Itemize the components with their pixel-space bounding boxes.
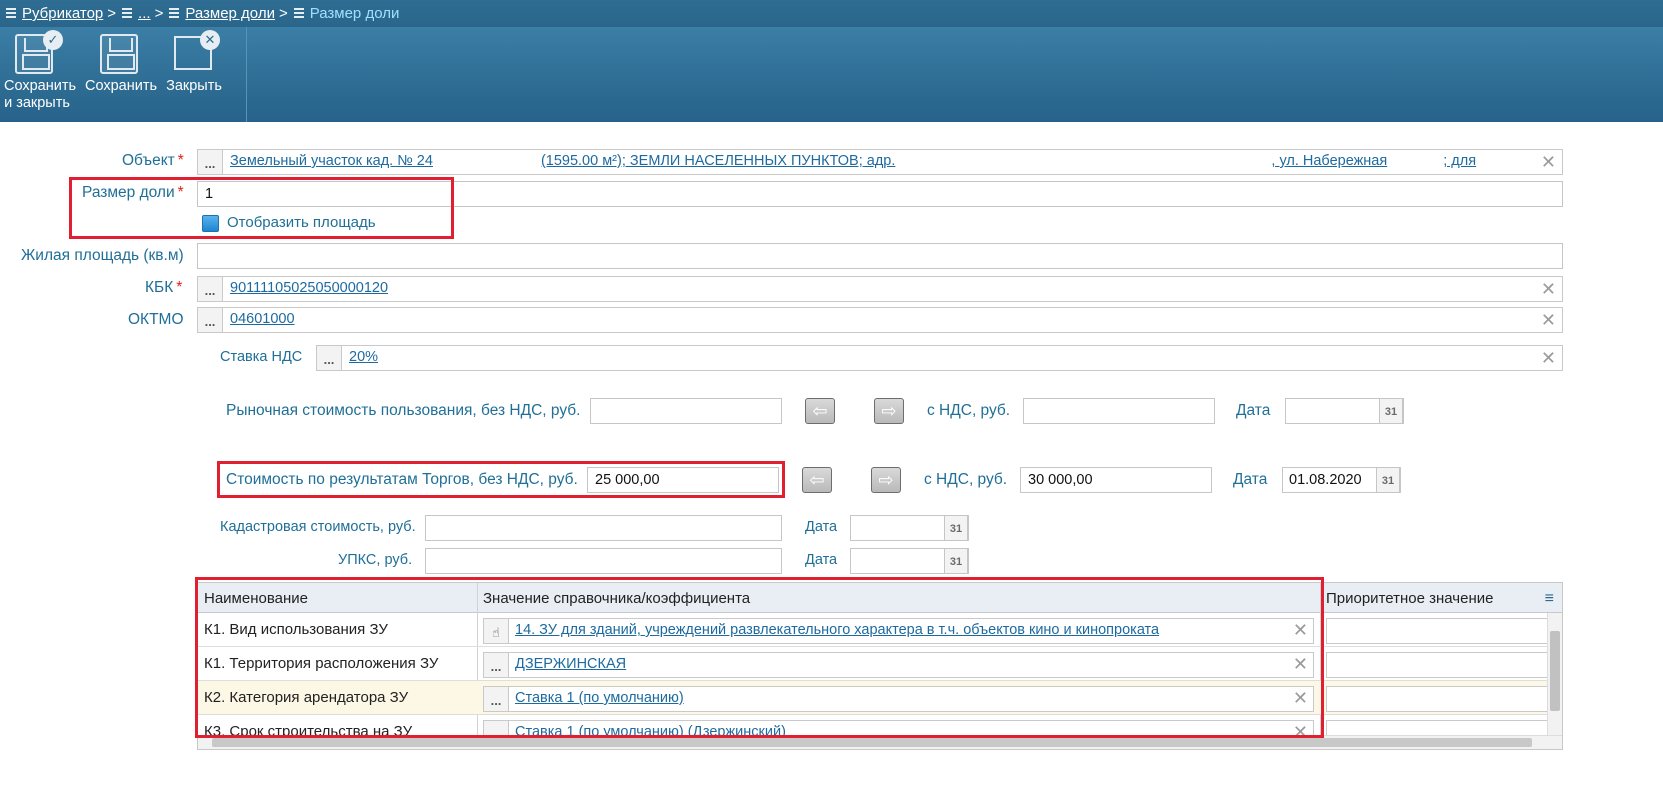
breadcrumb-separator: > xyxy=(154,5,164,22)
market-date-label: Дата xyxy=(1236,402,1271,419)
living-area-label: Жилая площадь (кв.м) xyxy=(21,247,184,264)
scrollbar-thumb[interactable] xyxy=(212,738,1532,747)
highlight-auction xyxy=(217,461,785,498)
breadcrumb-link-rubricator[interactable]: Рубрикатор xyxy=(22,5,103,22)
column-header-priority[interactable]: Приоритетное значение xyxy=(1326,590,1493,607)
floppy-disk-icon xyxy=(97,30,141,74)
oktmo-field[interactable]: ... 04601000 ✕ xyxy=(197,307,1563,333)
clear-icon[interactable]: ✕ xyxy=(1541,152,1556,173)
vat-rate-value-link[interactable]: 20% xyxy=(349,349,378,365)
market-date-input[interactable]: 31 xyxy=(1285,398,1404,424)
breadcrumb-current: Размер доли xyxy=(293,5,400,22)
calendar-icon[interactable]: 31 xyxy=(944,548,968,574)
list-icon xyxy=(122,8,133,19)
toolbar: ✓ Сохранить и закрыть Сохранить ✕ Закрыт… xyxy=(0,27,1663,122)
market-value-input[interactable] xyxy=(590,398,782,424)
breadcrumb-link-ellipsis[interactable]: ... xyxy=(138,5,151,22)
breadcrumb-current-label: Размер доли xyxy=(309,5,400,22)
save-label: Сохранить xyxy=(85,78,158,94)
kbk-value-link[interactable]: 90111105025050000120 xyxy=(230,280,388,296)
arrow-right-button[interactable]: ⇨ xyxy=(871,467,901,493)
row-priority-input[interactable] xyxy=(1326,618,1548,644)
breadcrumb-item-rubricator[interactable]: Рубрикатор xyxy=(6,5,103,22)
oktmo-lookup-button[interactable]: ... xyxy=(198,308,223,332)
close-window-icon: ✕ xyxy=(170,30,220,74)
vat-rate-field[interactable]: ... 20% ✕ xyxy=(316,345,1563,371)
market-value-label: Рыночная стоимость пользования, без НДС,… xyxy=(226,402,581,419)
save-button[interactable]: Сохранить xyxy=(85,30,158,95)
save-and-close-label-1: Сохранить xyxy=(4,78,77,94)
calendar-icon[interactable]: 31 xyxy=(1379,398,1403,424)
breadcrumb-separator: > xyxy=(107,5,117,22)
object-lookup-button[interactable]: ... xyxy=(198,150,223,174)
arrow-left-button[interactable]: ⇦ xyxy=(802,467,832,493)
cadastral-value-label: Кадастровая стоимость, руб. xyxy=(220,519,416,535)
row-priority-input[interactable] xyxy=(1326,686,1548,712)
calendar-icon[interactable]: 31 xyxy=(944,515,968,541)
list-icon xyxy=(293,8,304,19)
row-priority-input[interactable] xyxy=(1326,652,1548,678)
vat-rate-lookup-button[interactable]: ... xyxy=(317,346,342,370)
vat-rate-label: Ставка НДС xyxy=(220,349,303,365)
oktmo-label: ОКТМО xyxy=(128,311,184,328)
upks-label: УПКС, руб. xyxy=(338,552,413,568)
market-vat-label: с НДС, руб. xyxy=(927,402,1011,419)
cadastral-date-label: Дата xyxy=(805,519,838,535)
clear-icon[interactable]: ✕ xyxy=(1541,348,1556,369)
arrow-right-button[interactable]: ⇨ xyxy=(874,398,904,424)
scrollbar-thumb[interactable] xyxy=(1550,631,1560,711)
clear-icon[interactable]: ✕ xyxy=(1541,310,1556,331)
arrow-left-button[interactable]: ⇦ xyxy=(805,398,835,424)
object-value-link[interactable]: Земельный участок кад. № 24 (1595.00 м²);… xyxy=(230,153,1520,169)
calendar-icon[interactable]: 31 xyxy=(1376,467,1400,493)
market-vat-input[interactable] xyxy=(1023,398,1215,424)
highlight-grid xyxy=(195,577,1324,738)
save-check-icon: ✓ xyxy=(15,30,63,74)
oktmo-value-link[interactable]: 04601000 xyxy=(230,311,295,327)
toolbar-divider xyxy=(246,27,247,122)
living-area-input[interactable] xyxy=(197,243,1563,269)
kbk-lookup-button[interactable]: ... xyxy=(198,277,223,301)
breadcrumb-item-ellipsis[interactable]: ... xyxy=(122,5,151,22)
cadastral-value-input[interactable] xyxy=(425,515,782,541)
highlight-share xyxy=(69,177,454,239)
close-button[interactable]: ✕ Закрыть xyxy=(166,30,222,95)
save-and-close-button[interactable]: ✓ Сохранить и закрыть xyxy=(4,30,77,112)
auction-date-input[interactable]: 01.08.2020 31 xyxy=(1282,467,1401,493)
auction-date-label: Дата xyxy=(1233,471,1268,488)
breadcrumb-link-share[interactable]: Размер доли xyxy=(185,5,275,22)
list-icon xyxy=(6,8,16,19)
auction-vat-input[interactable]: 30 000,00 xyxy=(1020,467,1212,493)
object-field[interactable]: ... Земельный участок кад. № 24 (1595.00 … xyxy=(197,149,1563,175)
save-and-close-label-2: и закрыть xyxy=(4,95,70,111)
kbk-field[interactable]: ... 90111105025050000120 ✕ xyxy=(197,276,1563,302)
vertical-scrollbar[interactable] xyxy=(1547,613,1562,737)
breadcrumb-separator: > xyxy=(278,5,288,22)
close-label: Закрыть xyxy=(166,78,222,94)
clear-icon[interactable]: ✕ xyxy=(1541,279,1556,300)
auction-date-value: 01.08.2020 xyxy=(1289,472,1362,488)
auction-vat-label: с НДС, руб. xyxy=(924,471,1008,488)
object-label: Объект * xyxy=(122,152,184,169)
upks-date-input[interactable]: 31 xyxy=(850,548,969,574)
breadcrumb: Рубрикатор > ... > Размер доли > Размер … xyxy=(0,0,1663,27)
list-icon xyxy=(169,8,180,19)
upks-date-label: Дата xyxy=(805,552,838,568)
kbk-label: КБК * xyxy=(145,279,183,296)
column-menu-icon[interactable]: ≡ xyxy=(1545,590,1554,608)
breadcrumb-item-share[interactable]: Размер доли xyxy=(169,5,275,22)
upks-input[interactable] xyxy=(425,548,782,574)
cadastral-date-input[interactable]: 31 xyxy=(850,515,969,541)
